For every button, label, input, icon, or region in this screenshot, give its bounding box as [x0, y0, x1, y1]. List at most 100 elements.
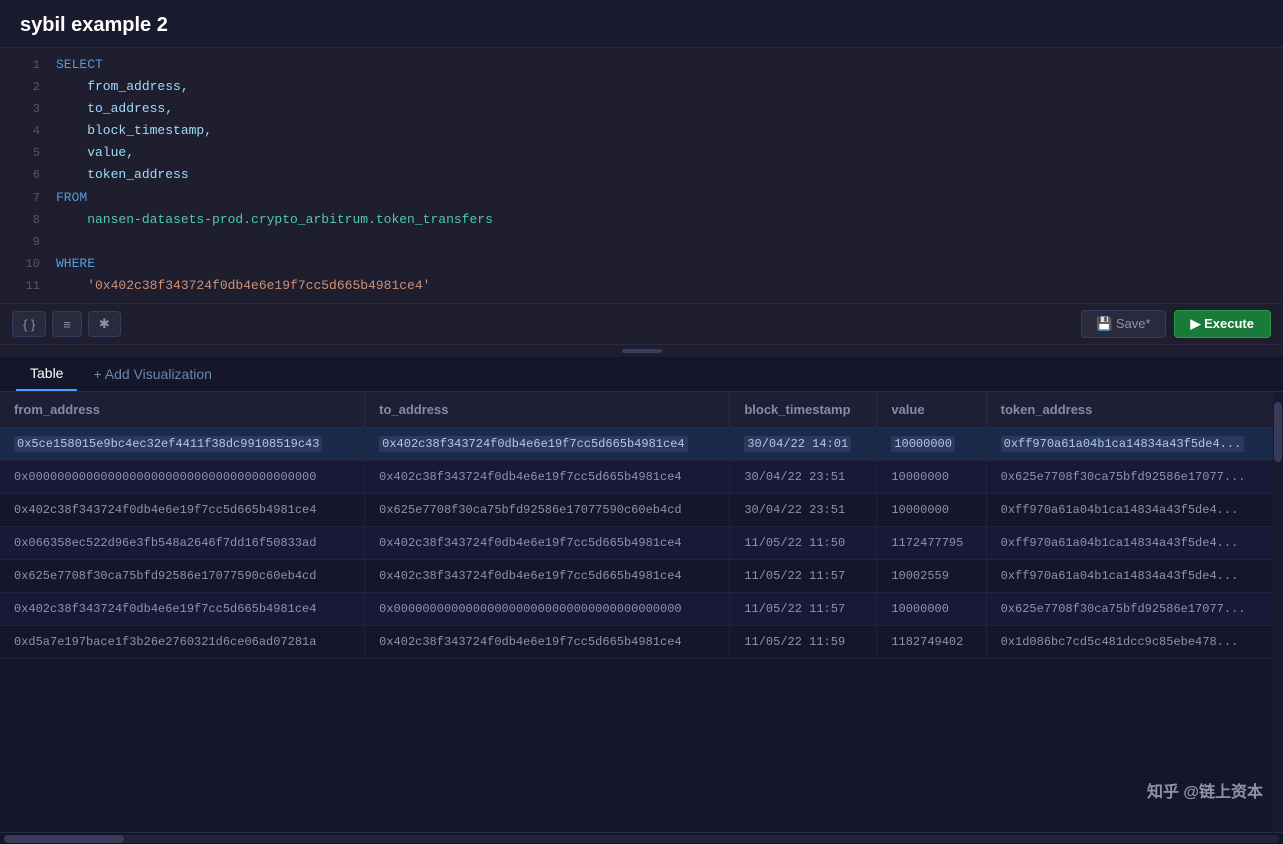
table-row: 0x625e7708f30ca75bfd92586e17077590c60eb4…: [0, 560, 1283, 593]
cell-token_address: 0x1d086bc7cd5c481dcc9c85ebe478...: [986, 626, 1282, 659]
cell-to_address: 0x402c38f343724f0db4e6e19f7cc5d665b4981c…: [365, 560, 730, 593]
cell-block_timestamp: 30/04/22 23:51: [730, 461, 877, 494]
cell-value: 1172477795: [877, 527, 986, 560]
code-from: FROM: [56, 187, 87, 209]
cell-from_address: 0x402c38f343724f0db4e6e19f7cc5d665b4981c…: [0, 593, 365, 626]
code-line-7: 7 FROM: [0, 187, 1283, 209]
scrollbar-track[interactable]: [4, 835, 1279, 843]
table-row: 0x066358ec522d96e3fb548a2646f7dd16f50833…: [0, 527, 1283, 560]
code-where-value: '0x402c38f343724f0db4e6e19f7cc5d665b4981…: [56, 275, 430, 297]
col-header-value: value: [877, 392, 986, 428]
table-row: 0x402c38f343724f0db4e6e19f7cc5d665b4981c…: [0, 593, 1283, 626]
line-num-2: 2: [10, 77, 40, 97]
line-num-10: 10: [10, 254, 40, 274]
cell-token_address: 0x625e7708f30ca75bfd92586e17077...: [986, 593, 1282, 626]
code-line-5: 5 value,: [0, 142, 1283, 164]
scrollbar-thumb[interactable]: [4, 835, 124, 843]
save-button[interactable]: 💾 Save*: [1081, 310, 1166, 338]
line-num-8: 8: [10, 210, 40, 230]
cell-value: 1182749402: [877, 626, 986, 659]
vertical-scrollbar[interactable]: [1273, 392, 1283, 832]
code-line-2: 2 from_address,: [0, 76, 1283, 98]
table-header-row: from_address to_address block_timestamp …: [0, 392, 1283, 428]
header: sybil example 2: [0, 0, 1283, 47]
drag-handle[interactable]: [0, 345, 1283, 357]
cell-to_address: 0x402c38f343724f0db4e6e19f7cc5d665b4981c…: [365, 461, 730, 494]
cell-from_address: 0x066358ec522d96e3fb548a2646f7dd16f50833…: [0, 527, 365, 560]
line-num-11: 11: [10, 276, 40, 296]
cell-value: 10000000: [877, 593, 986, 626]
toolbar-left: { } ≡ ✱: [12, 311, 121, 337]
toolbar-right: 💾 Save* Execute: [1081, 310, 1271, 338]
cell-token_address: 0xff970a61a04b1ca14834a43f5de4...: [986, 560, 1282, 593]
cell-from_address: 0x00000000000000000000000000000000000000…: [0, 461, 365, 494]
code-line-10: 10 WHERE: [0, 253, 1283, 275]
cell-value: 10000000: [877, 461, 986, 494]
cell-block_timestamp: 11/05/22 11:50: [730, 527, 877, 560]
code-line-6: 6 token_address: [0, 164, 1283, 186]
table-container[interactable]: from_address to_address block_timestamp …: [0, 392, 1283, 832]
cell-block_timestamp: 30/04/22 14:01: [730, 428, 877, 461]
code-line-11: 11 '0x402c38f343724f0db4e6e19f7cc5d665b4…: [0, 275, 1283, 297]
cell-token_address: 0xff970a61a04b1ca14834a43f5de4...: [986, 494, 1282, 527]
line-num-5: 5: [10, 143, 40, 163]
settings-button[interactable]: ✱: [88, 311, 121, 337]
cell-value: 10000000: [877, 494, 986, 527]
save-label: Save*: [1116, 316, 1151, 331]
cell-value: 10002559: [877, 560, 986, 593]
watermark: 知乎 @链上资本: [1147, 778, 1263, 802]
cell-to_address: 0x00000000000000000000000000000000000000…: [365, 593, 730, 626]
code-token-address: token_address: [56, 164, 189, 186]
format-table-button[interactable]: ≡: [52, 311, 82, 337]
cell-from_address: 0x402c38f343724f0db4e6e19f7cc5d665b4981c…: [0, 494, 365, 527]
code-line-4: 4 block_timestamp,: [0, 120, 1283, 142]
line-num-6: 6: [10, 165, 40, 185]
cell-block_timestamp: 30/04/22 23:51: [730, 494, 877, 527]
table-row: 0x402c38f343724f0db4e6e19f7cc5d665b4981c…: [0, 494, 1283, 527]
cell-block_timestamp: 11/05/22 11:57: [730, 560, 877, 593]
vertical-scrollbar-thumb[interactable]: [1274, 402, 1282, 462]
code-line-1: 1 SELECT: [0, 54, 1283, 76]
code-editor: 1 SELECT 2 from_address, 3 to_address, 4…: [0, 47, 1283, 303]
cell-to_address: 0x402c38f343724f0db4e6e19f7cc5d665b4981c…: [365, 626, 730, 659]
tab-table[interactable]: Table: [16, 357, 77, 391]
save-icon: 💾: [1096, 316, 1112, 331]
page-title: sybil example 2: [20, 14, 1263, 37]
cell-value: 10000000: [877, 428, 986, 461]
code-block: 1 SELECT 2 from_address, 3 to_address, 4…: [0, 48, 1283, 303]
col-header-block-timestamp: block_timestamp: [730, 392, 877, 428]
format-json-button[interactable]: { }: [12, 311, 46, 337]
col-header-token-address: token_address: [986, 392, 1282, 428]
code-line-3: 3 to_address,: [0, 98, 1283, 120]
code-line-8: 8 nansen-datasets-prod.crypto_arbitrum.t…: [0, 209, 1283, 231]
line-num-7: 7: [10, 188, 40, 208]
table-row: 0x5ce158015e9bc4ec32ef4411f38dc99108519c…: [0, 428, 1283, 461]
cell-from_address: 0x625e7708f30ca75bfd92586e17077590c60eb4…: [0, 560, 365, 593]
toolbar: { } ≡ ✱ 💾 Save* Execute: [0, 303, 1283, 345]
execute-button[interactable]: Execute: [1174, 310, 1271, 338]
add-visualization-button[interactable]: + Add Visualization: [81, 358, 223, 390]
code-table-name: nansen-datasets-prod.crypto_arbitrum.tok…: [56, 209, 493, 231]
line-num-4: 4: [10, 121, 40, 141]
code-select: SELECT: [56, 54, 103, 76]
cell-to_address: 0x625e7708f30ca75bfd92586e17077590c60eb4…: [365, 494, 730, 527]
line-num-9: 9: [10, 232, 40, 252]
cell-from_address: 0x5ce158015e9bc4ec32ef4411f38dc99108519c…: [0, 428, 365, 461]
cell-block_timestamp: 11/05/22 11:59: [730, 626, 877, 659]
results-table: from_address to_address block_timestamp …: [0, 392, 1283, 659]
add-viz-label: + Add Visualization: [93, 366, 211, 382]
code-where: WHERE: [56, 253, 95, 275]
line-num-3: 3: [10, 99, 40, 119]
cell-token_address: 0x625e7708f30ca75bfd92586e17077...: [986, 461, 1282, 494]
code-line-9: 9: [0, 231, 1283, 253]
cell-to_address: 0x402c38f343724f0db4e6e19f7cc5d665b4981c…: [365, 428, 730, 461]
code-block-timestamp: block_timestamp,: [56, 120, 212, 142]
cell-token_address: 0xff970a61a04b1ca14834a43f5de4...: [986, 527, 1282, 560]
code-blank: [56, 231, 64, 253]
cell-block_timestamp: 11/05/22 11:57: [730, 593, 877, 626]
table-row: 0xd5a7e197bace1f3b26e2760321d6ce06ad0728…: [0, 626, 1283, 659]
code-to-address: to_address,: [56, 98, 173, 120]
drag-dots: [622, 349, 662, 353]
horizontal-scrollbar[interactable]: [0, 832, 1283, 844]
code-from-address: from_address,: [56, 76, 189, 98]
